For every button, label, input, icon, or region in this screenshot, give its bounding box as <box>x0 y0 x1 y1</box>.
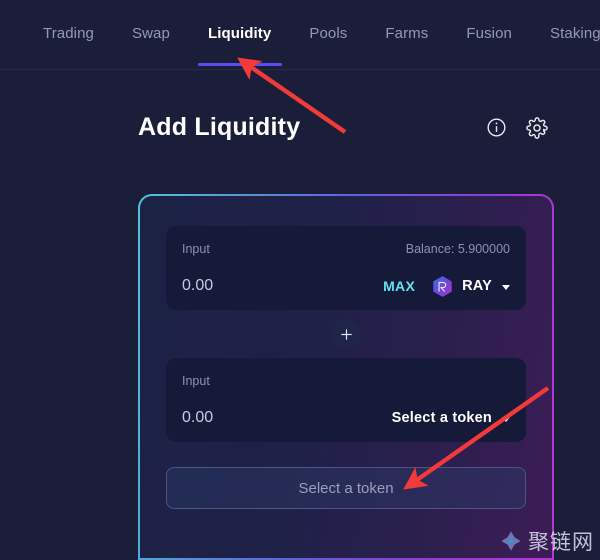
app-root: Trading Swap Liquidity Pools Farms Fusio… <box>0 0 600 560</box>
token-b-selector[interactable]: Select a token <box>392 410 510 426</box>
nav-item-label: Farms <box>385 25 429 42</box>
add-liquidity-card-inner: Input Balance: 5.900000 MAX <box>140 196 552 558</box>
plus-icon <box>340 328 352 340</box>
nav-item-staking[interactable]: Staking <box>531 0 600 68</box>
token-input-b-amount[interactable] <box>182 409 332 427</box>
nav-item-swap[interactable]: Swap <box>113 0 189 68</box>
gear-icon[interactable] <box>526 116 548 139</box>
nav-item-fusion[interactable]: Fusion <box>447 0 531 68</box>
nav-item-trading[interactable]: Trading <box>24 0 113 68</box>
max-button[interactable]: MAX <box>383 278 415 294</box>
chevron-down-icon <box>502 284 510 290</box>
token-b-placeholder: Select a token <box>391 410 492 426</box>
select-a-token-button[interactable]: Select a token <box>166 467 526 509</box>
nav-item-label: Swap <box>132 25 170 42</box>
nav-item-liquidity[interactable]: Liquidity <box>189 0 290 68</box>
token-input-a-label: Input <box>182 242 210 256</box>
token-a-selector[interactable]: RAY <box>431 275 510 298</box>
ray-hexagon-icon <box>431 275 454 298</box>
token-input-a-header: Input Balance: 5.900000 <box>182 239 510 259</box>
watermark: 聚链网 <box>499 526 594 556</box>
nav-item-label: Staking <box>550 25 600 42</box>
info-icon[interactable] <box>486 117 507 138</box>
watermark-text: 聚链网 <box>528 530 594 554</box>
token-input-b: Input Select a token <box>166 358 526 442</box>
token-input-b-header: Input <box>182 371 510 391</box>
token-input-a-amount[interactable] <box>182 277 332 295</box>
select-a-token-button-label: Select a token <box>298 479 394 497</box>
nav-item-label: Trading <box>43 25 95 42</box>
nav-item-label: Liquidity <box>207 25 272 42</box>
token-input-a-body: MAX <box>182 273 510 299</box>
nav-item-label: Fusion <box>466 25 512 42</box>
token-input-a-controls: MAX RAY <box>383 275 510 298</box>
top-navigation-bar: Trading Swap Liquidity Pools Farms Fusio… <box>0 0 600 70</box>
add-liquidity-card: Input Balance: 5.900000 MAX <box>138 194 554 560</box>
plus-button[interactable] <box>331 319 361 349</box>
token-input-a: Input Balance: 5.900000 MAX <box>166 226 526 310</box>
active-tab-underline <box>197 63 282 66</box>
nav-item-farms[interactable]: Farms <box>366 0 447 68</box>
page-title: Add Liquidity <box>138 113 301 141</box>
add-token-divider <box>166 310 526 358</box>
nav-item-label: Pools <box>309 25 348 42</box>
token-input-b-label: Input <box>182 374 210 388</box>
token-a-symbol: RAY <box>462 278 492 294</box>
diamond-compass-icon <box>499 529 523 553</box>
nav-items-list: Trading Swap Liquidity Pools Farms Fusio… <box>0 0 600 68</box>
token-input-a-balance: Balance: 5.900000 <box>405 242 510 256</box>
chevron-down-icon <box>502 416 510 422</box>
title-row: Add Liquidity <box>138 113 548 142</box>
token-input-b-body: Select a token <box>182 405 510 431</box>
nav-item-pools[interactable]: Pools <box>290 0 366 68</box>
header-icon-group <box>486 116 548 139</box>
